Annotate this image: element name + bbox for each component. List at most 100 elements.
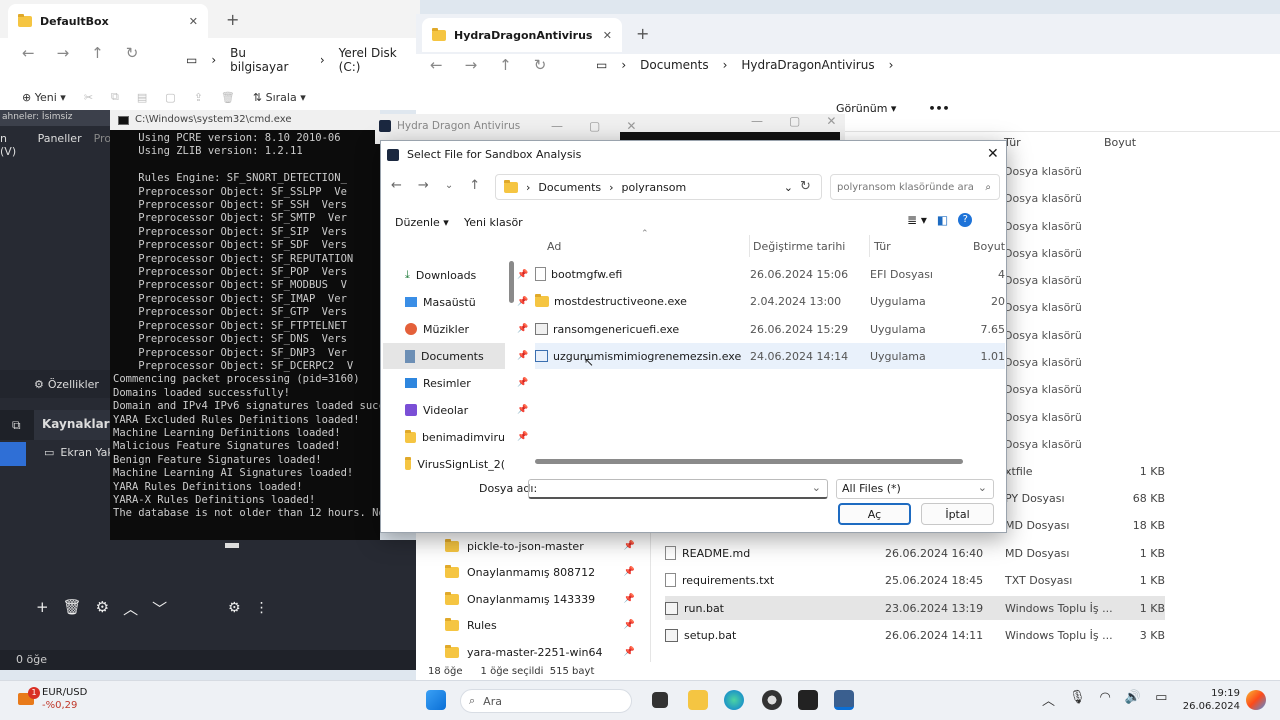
copilot-icon[interactable] xyxy=(1246,690,1266,710)
sidebar-item[interactable]: yara-master-2251-win64 📌 xyxy=(445,639,635,665)
menu-panels[interactable]: Paneller xyxy=(38,132,82,152)
chevron-up-icon[interactable]: ︿ xyxy=(1042,690,1055,709)
sort-button[interactable]: ⇅ Sırala ▾ xyxy=(253,91,306,104)
forward-icon[interactable]: → xyxy=(57,44,70,62)
breadcrumb-item[interactable]: Yerel Disk (C:) xyxy=(339,46,420,74)
widget-currency[interactable]: 1 EUR/USD -%0,29 xyxy=(16,686,87,712)
address-bar[interactable]: › Documents › polyransom ⌄ xyxy=(495,174,822,200)
forward-icon[interactable]: → xyxy=(465,56,478,74)
sidebar-scrollbar[interactable] xyxy=(509,261,514,303)
sidebar-item-folder[interactable]: VirusSignList_2( xyxy=(405,451,505,477)
down-arrow-icon[interactable]: ﹀ xyxy=(152,598,167,619)
terminal-icon[interactable] xyxy=(798,690,818,710)
copy-icon[interactable]: ⧉ xyxy=(111,90,119,104)
source-item[interactable]: ▭ Ekran Yak xyxy=(44,446,114,459)
refresh-icon[interactable]: ↻ xyxy=(800,179,811,194)
file-row-run-bat-selected[interactable]: run.bat 23.06.2024 13:19 Windows Toplu İ… xyxy=(665,596,1165,620)
battery-icon[interactable]: ▭ xyxy=(1155,690,1167,709)
file-row[interactable]: bootmgfw.efi 26.06.2024 15:06 EFI Dosyas… xyxy=(535,261,1005,287)
sidebar-item-desktop[interactable]: Masaüstü 📌 xyxy=(405,289,528,315)
cancel-button[interactable]: İptal xyxy=(921,503,994,525)
close-icon[interactable]: ✕ xyxy=(603,29,612,42)
file-type-filter[interactable]: All Files (*) ⌄ xyxy=(836,479,994,499)
sidebar-item-music[interactable]: Müzikler 📌 xyxy=(405,316,528,342)
rename-icon[interactable]: ▢ xyxy=(165,91,175,104)
close-icon[interactable]: ✕ xyxy=(987,146,999,162)
add-icon[interactable]: + xyxy=(36,598,49,619)
volume-slider[interactable] xyxy=(225,543,239,548)
back-icon[interactable]: ← xyxy=(430,56,443,74)
refresh-icon[interactable]: ↻ xyxy=(534,56,547,74)
taskbar-search[interactable]: ⌕ Ara xyxy=(460,689,632,713)
new-tab-icon[interactable]: + xyxy=(636,24,649,43)
column-header-type[interactable]: Tür xyxy=(874,240,891,253)
up-arrow-icon[interactable]: ︿ xyxy=(123,598,138,619)
chevron-down-icon[interactable]: ⌄ xyxy=(784,181,793,194)
sidebar-item[interactable]: pickle-to-json-master 📌 xyxy=(445,533,635,559)
paste-icon[interactable]: ▤ xyxy=(137,91,147,104)
file-row-hover[interactable]: uzgunumismimiogrenemezsin.exe 24.06.2024… xyxy=(535,343,1005,369)
back-icon[interactable]: ← xyxy=(22,44,35,62)
tab-hydradragonantivirus[interactable]: HydraDragonAntivirus ✕ xyxy=(422,18,622,52)
close-icon[interactable]: ✕ xyxy=(626,119,636,133)
new-folder-button[interactable]: Yeni klasör xyxy=(464,216,523,229)
microphone-icon[interactable]: 🎙 xyxy=(1069,690,1086,709)
view-button[interactable]: Görünüm ▾ xyxy=(836,102,896,115)
share-icon[interactable]: ⇪ xyxy=(194,91,203,104)
speaker-icon[interactable]: 🔊 xyxy=(1125,690,1141,709)
breadcrumb-item[interactable]: polyransom xyxy=(622,181,687,194)
file-row-requirements[interactable]: requirements.txt 25.06.2024 18:45 TXT Do… xyxy=(665,568,1165,592)
open-button[interactable]: Aç xyxy=(838,503,911,525)
cut-icon[interactable]: ✂ xyxy=(84,91,93,104)
edge-browser-icon[interactable] xyxy=(724,690,744,710)
maximize-icon[interactable]: ▢ xyxy=(789,114,800,128)
chevron-down-icon[interactable]: ⌄ xyxy=(812,481,821,494)
clock[interactable]: 19:19 26.06.2024 xyxy=(1180,687,1240,713)
up-icon[interactable]: ↑ xyxy=(499,56,512,74)
back-icon[interactable]: ← xyxy=(391,178,402,193)
filename-input[interactable]: ⌄ xyxy=(528,479,828,499)
minimize-icon[interactable]: — xyxy=(551,119,563,133)
column-header-date[interactable]: Değiştirme tarihi xyxy=(753,240,845,253)
up-icon[interactable]: ↑ xyxy=(469,178,480,193)
breadcrumb-item[interactable]: HydraDragonAntivirus xyxy=(741,58,874,72)
tab-defaultbox[interactable]: DefaultBox ✕ xyxy=(8,4,208,38)
close-icon[interactable]: ✕ xyxy=(826,114,836,128)
new-button[interactable]: ⊕ Yeni ▾ xyxy=(22,91,66,104)
gear-icon[interactable]: ⚙ xyxy=(96,598,109,619)
breadcrumb-item[interactable]: Bu bilgisayar xyxy=(230,46,306,74)
refresh-icon[interactable]: ↻ xyxy=(126,44,139,62)
windows-start-icon[interactable] xyxy=(426,690,446,710)
delete-icon[interactable]: 🗑 xyxy=(63,598,82,619)
scene-item-selected[interactable] xyxy=(0,442,26,466)
close-icon[interactable]: ✕ xyxy=(189,15,198,28)
file-row-readme[interactable]: README.md 26.06.2024 16:40 MD Dosyası 1 … xyxy=(665,541,1165,565)
sidebar-item-folder[interactable]: benimadimviru 📌 xyxy=(405,424,528,450)
file-explorer-icon[interactable] xyxy=(688,690,708,710)
sidebar-item[interactable]: Rules 📌 xyxy=(445,612,635,638)
sidebar-item-downloads[interactable]: ⤓ Downloads 📌 xyxy=(405,262,528,288)
sidebar-item-documents[interactable]: Documents 📌 xyxy=(405,343,528,369)
view-options-icon[interactable]: ≣ ▾ xyxy=(907,213,927,227)
sidebar-item[interactable]: Onaylanmamış 808712 📌 xyxy=(445,559,635,585)
sidebar-item-videos[interactable]: Videolar 📌 xyxy=(405,397,528,423)
breadcrumb-item[interactable]: Documents xyxy=(538,181,601,194)
forward-icon[interactable]: → xyxy=(418,178,429,193)
horizontal-scrollbar[interactable] xyxy=(535,459,963,464)
file-row[interactable]: mostdestructiveone.exe 2.04.2024 13:00 U… xyxy=(535,288,1005,314)
hydra-dragon-app-icon[interactable] xyxy=(834,690,854,710)
delete-icon[interactable]: 🗑 xyxy=(221,91,235,104)
maximize-icon[interactable]: ▢ xyxy=(589,119,600,133)
settings-icon[interactable]: ⚙ xyxy=(228,600,241,616)
organize-button[interactable]: Düzenle ▾ xyxy=(395,216,449,229)
recent-dropdown-icon[interactable]: ⌄ xyxy=(445,180,453,191)
breadcrumb-item[interactable]: Documents xyxy=(640,58,708,72)
wifi-icon[interactable]: ◠ xyxy=(1100,690,1111,709)
sidebar-item[interactable]: Onaylanmamış 143339 📌 xyxy=(445,586,635,612)
help-icon[interactable]: ? xyxy=(958,213,973,227)
properties-button[interactable]: ⚙ Özellikler xyxy=(0,370,118,398)
column-header-size[interactable]: Boyut xyxy=(1104,136,1136,149)
column-header-name[interactable]: Ad xyxy=(547,240,561,253)
preview-pane-icon[interactable]: ◧ xyxy=(937,213,948,227)
task-view-icon[interactable] xyxy=(652,692,668,708)
